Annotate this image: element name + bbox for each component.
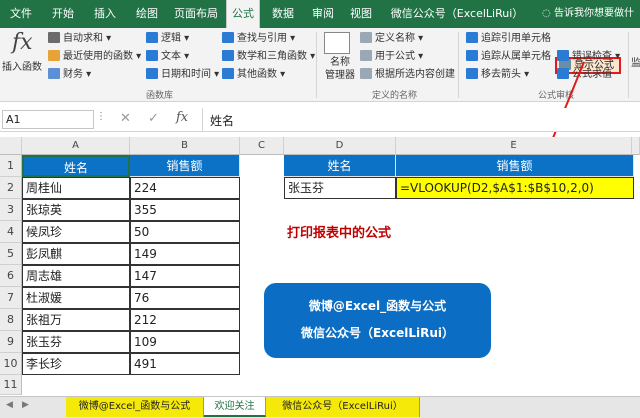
worksheet-grid: A B C D E 1 2 3 4 5 6 7 8 9 10 11 姓名 销售额… [0, 137, 640, 395]
insert-function-fx-icon[interactable]: fx [176, 110, 188, 125]
row-header[interactable]: 5 [0, 243, 22, 265]
cell-e2-formula[interactable]: =VLOOKUP(D2,$A$1:$B$10,2,0) [396, 177, 634, 199]
cell-sales[interactable]: 149 [130, 243, 240, 265]
formula-input[interactable]: 姓名 [210, 112, 234, 129]
divider [202, 108, 203, 131]
cell-name[interactable]: 周桂仙 [22, 177, 130, 199]
row-header[interactable]: 4 [0, 221, 22, 243]
cell-sales[interactable]: 109 [130, 331, 240, 353]
column-header-a[interactable]: A [22, 137, 130, 155]
banner-line-2: 微信公众号（ExcelLiRui） [301, 326, 454, 340]
row-header[interactable]: 3 [0, 199, 22, 221]
column-header-b[interactable]: B [130, 137, 240, 155]
cancel-icon[interactable]: ✕ [120, 111, 131, 126]
row-header[interactable]: 2 [0, 177, 22, 199]
sheet-tab-welcome[interactable]: 欢迎关注 [204, 397, 266, 417]
column-header-c[interactable]: C [240, 137, 284, 155]
enter-icon[interactable]: ✓ [148, 111, 159, 126]
cell-d2[interactable]: 张玉芬 [284, 177, 396, 199]
row-header[interactable]: 6 [0, 265, 22, 287]
formula-bar: A1 ⋮ ✕ ✓ fx 姓名 [0, 108, 640, 132]
row-header[interactable]: 7 [0, 287, 22, 309]
cell-name[interactable]: 李长珍 [22, 353, 130, 375]
cell-name[interactable]: 杜淑媛 [22, 287, 130, 309]
row-header[interactable]: 11 [0, 375, 22, 395]
cell-a1-header[interactable]: 姓名 [22, 155, 130, 177]
cell-e1-header[interactable]: 销售额 [396, 155, 634, 177]
banner-line-1: 微博@Excel_函数与公式 [308, 299, 447, 313]
scroll-right-icon[interactable]: ▶ [22, 400, 29, 410]
cell-sales[interactable]: 491 [130, 353, 240, 375]
cell-d1-header[interactable]: 姓名 [284, 155, 396, 177]
promo-banner: 微博@Excel_函数与公式 微信公众号（ExcelLiRui） [264, 283, 491, 358]
cell-sales[interactable]: 147 [130, 265, 240, 287]
cell-name[interactable]: 候凤珍 [22, 221, 130, 243]
cell-b1-header[interactable]: 销售额 [130, 155, 240, 177]
cell-sales[interactable]: 50 [130, 221, 240, 243]
more-icon: ⋮ [96, 111, 106, 122]
cell-sales[interactable]: 224 [130, 177, 240, 199]
sheet-tab-weibo[interactable]: 微博@Excel_函数与公式 [66, 397, 204, 417]
cell-name[interactable]: 周志雄 [22, 265, 130, 287]
name-box[interactable]: A1 [2, 110, 94, 129]
cell-name[interactable]: 张玉芬 [22, 331, 130, 353]
row-header[interactable]: 10 [0, 353, 22, 375]
row-header[interactable]: 8 [0, 309, 22, 331]
column-header-f[interactable] [632, 137, 640, 155]
cell-sales[interactable]: 355 [130, 199, 240, 221]
cell-sales[interactable]: 212 [130, 309, 240, 331]
select-all-corner[interactable] [0, 137, 22, 155]
sheet-tab-bar: ◀ ▶ 微博@Excel_函数与公式 欢迎关注 微信公众号（ExcelLiRui… [0, 396, 640, 418]
column-header-e[interactable]: E [396, 137, 632, 155]
sheet-tab-wechat[interactable]: 微信公众号（ExcelLiRui） [266, 397, 420, 417]
row-header[interactable]: 9 [0, 331, 22, 353]
scroll-left-icon[interactable]: ◀ [6, 400, 13, 410]
cell-name[interactable]: 彭凤麒 [22, 243, 130, 265]
cell-name[interactable]: 张琼英 [22, 199, 130, 221]
column-header-d[interactable]: D [284, 137, 396, 155]
row-header[interactable]: 1 [0, 155, 22, 177]
note-text: 打印报表中的公式 [287, 226, 392, 241]
cell-name[interactable]: 张祖万 [22, 309, 130, 331]
cell-sales[interactable]: 76 [130, 287, 240, 309]
